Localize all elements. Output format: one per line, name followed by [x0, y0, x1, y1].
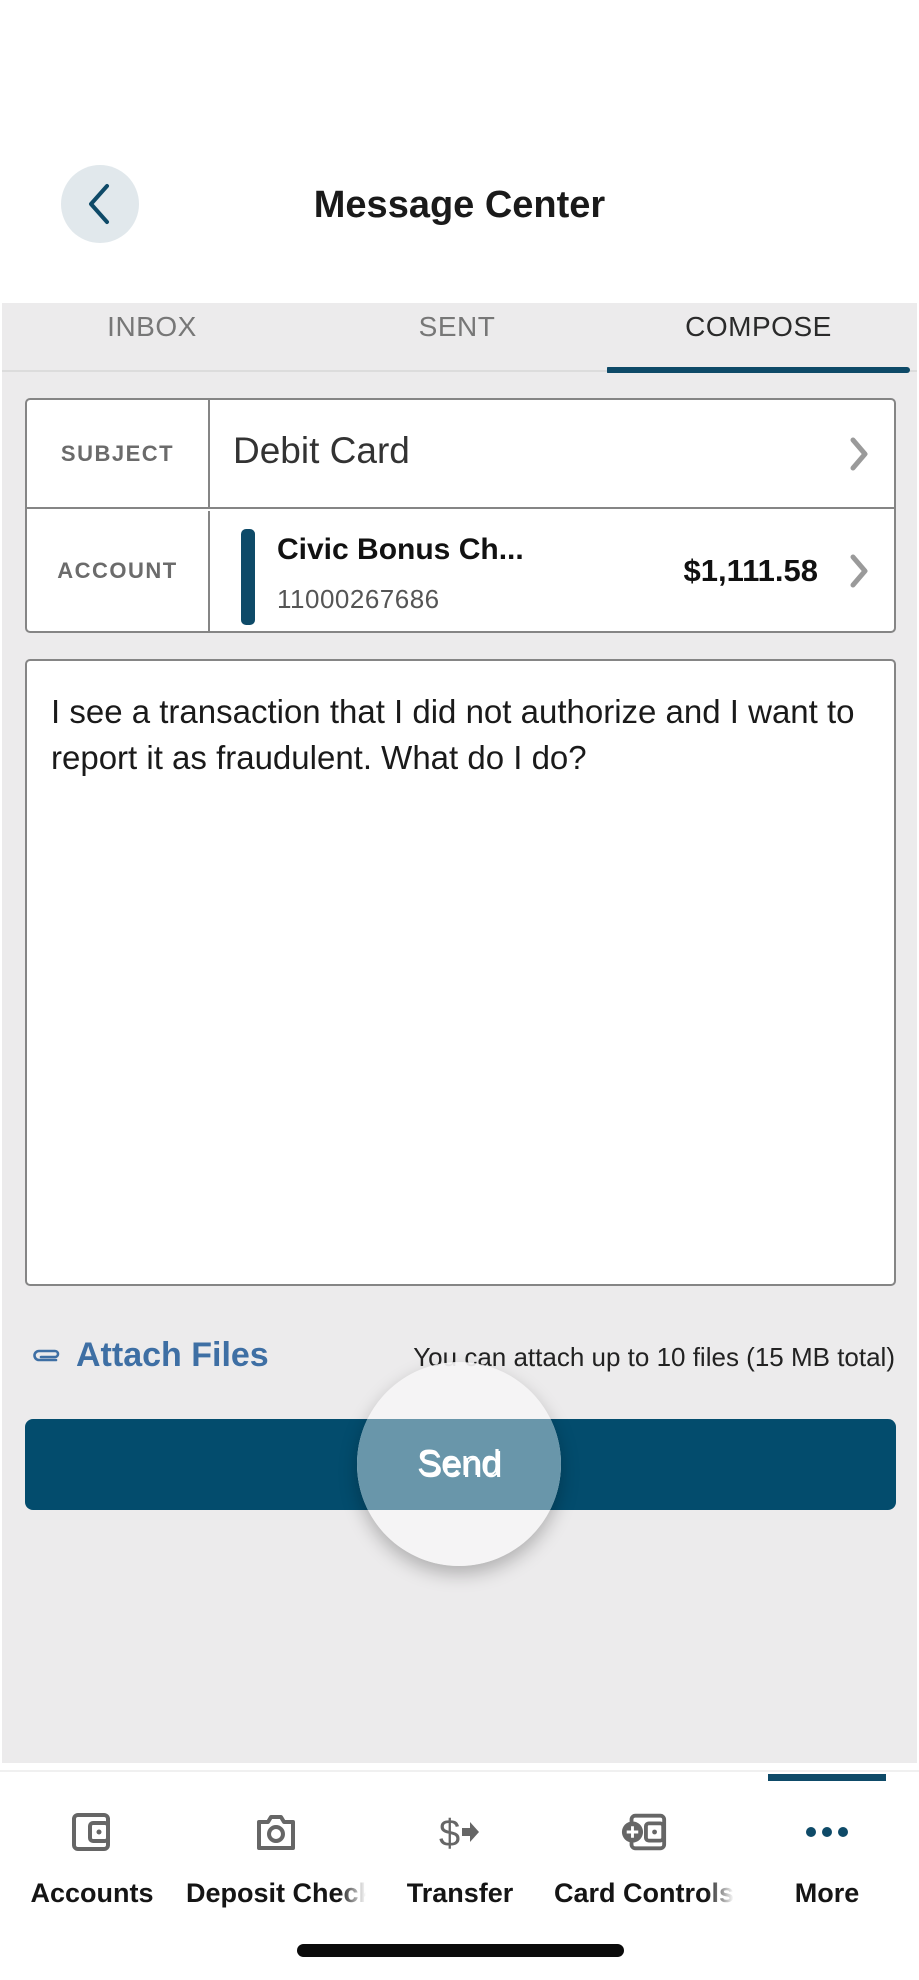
more-dots-icon	[803, 1810, 851, 1854]
chevron-right-icon	[850, 554, 868, 588]
camera-icon	[252, 1810, 300, 1854]
nav-label-transfer: Transfer	[406, 1878, 514, 1908]
tab-compose[interactable]: COMPOSE	[607, 303, 910, 372]
page-title: Message Center	[313, 184, 606, 226]
nav-item-accounts[interactable]: Accounts	[0, 1810, 184, 1920]
subject-row[interactable]: SUBJECT Debit Card	[27, 400, 894, 509]
account-balance: $1,111.58	[683, 553, 819, 588]
header: Message Center	[0, 0, 919, 303]
nav-label-card-controls: Card Controls	[554, 1878, 734, 1908]
message-body-input[interactable]: I see a transaction that I did not autho…	[25, 659, 896, 1286]
dollar-transfer-icon: $	[436, 1810, 484, 1854]
account-label: ACCOUNT	[27, 511, 210, 631]
nav-label-deposit-check: Deposit Check	[186, 1878, 366, 1908]
nav-item-card-controls[interactable]: Card Controls	[552, 1810, 736, 1920]
send-button-label-overlay: Send	[416, 1442, 502, 1483]
message-form-card: SUBJECT Debit Card ACCOUNT Civic Bonus C…	[25, 398, 896, 633]
svg-text:$: $	[439, 1813, 460, 1854]
home-indicator[interactable]	[297, 1944, 624, 1957]
active-nav-indicator	[768, 1774, 886, 1781]
message-tabs: INBOX SENT COMPOSE	[2, 303, 917, 373]
account-row[interactable]: ACCOUNT Civic Bonus Ch... 11000267686 $1…	[27, 511, 894, 631]
bottom-nav: Accounts Deposit Check $ Transfer Card C…	[0, 1770, 919, 1980]
tab-sent[interactable]: SENT	[307, 303, 607, 372]
card-control-icon	[620, 1810, 668, 1854]
subject-value: Debit Card	[233, 430, 410, 471]
nav-item-deposit-check[interactable]: Deposit Check	[184, 1810, 368, 1920]
subject-label: SUBJECT	[27, 400, 210, 507]
nav-label-more: More	[794, 1878, 860, 1908]
account-name: Civic Bonus Ch...	[277, 533, 524, 566]
compose-content: INBOX SENT COMPOSE SUBJECT Debit Card AC…	[2, 303, 917, 1763]
account-number: 11000267686	[277, 584, 440, 614]
tab-inbox[interactable]: INBOX	[2, 303, 302, 372]
paperclip-icon	[33, 1349, 60, 1361]
attach-files-button[interactable]: Attach Files	[30, 1336, 269, 1375]
attach-files-label: Attach Files	[76, 1336, 269, 1374]
nav-item-more[interactable]: More	[735, 1810, 919, 1920]
chevron-right-icon	[850, 437, 868, 471]
nav-label-accounts: Accounts	[30, 1878, 154, 1908]
nav-item-transfer[interactable]: $ Transfer	[368, 1810, 552, 1920]
active-tab-indicator	[607, 367, 910, 373]
wallet-icon	[68, 1810, 116, 1854]
account-color-bar	[241, 529, 255, 625]
